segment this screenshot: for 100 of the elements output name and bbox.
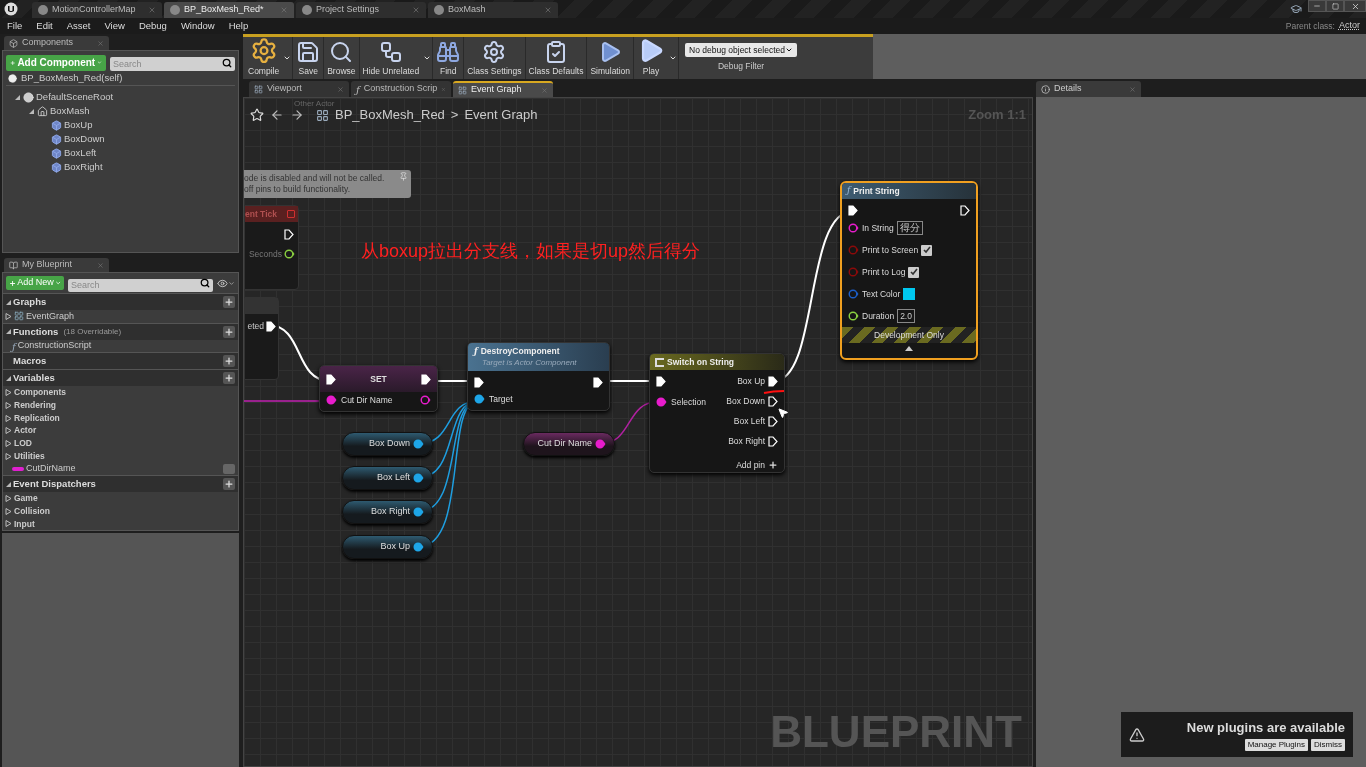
exec-pin-icon[interactable] [326, 373, 336, 385]
color-swatch[interactable] [903, 288, 916, 300]
notification-button[interactable]: Manage Plugins [1244, 739, 1308, 752]
data-pin-icon[interactable] [413, 507, 424, 517]
toolbar-button[interactable]: Class Settings [464, 37, 525, 79]
menu-item[interactable]: View [97, 18, 132, 34]
value-field[interactable]: 得分 [896, 221, 923, 235]
category-item[interactable]: Game [14, 492, 38, 505]
category-item[interactable]: Components [14, 386, 66, 400]
toolbar-button[interactable]: Hide Unrelated [359, 37, 423, 79]
toolbar-button[interactable]: Play [634, 37, 669, 79]
toolbar-button[interactable]: Browse [324, 37, 359, 79]
tree-item[interactable]: BoxUp [64, 117, 93, 133]
editor-tab[interactable]: Viewport [249, 81, 349, 97]
add-button[interactable] [223, 325, 235, 338]
document-tab[interactable]: MotionControllerMap [32, 2, 162, 18]
engine-logo-icon[interactable] [4, 2, 18, 16]
checkbox[interactable] [908, 266, 920, 278]
view-options-button[interactable] [217, 277, 235, 289]
category-item[interactable]: Actor [14, 424, 37, 438]
close-button[interactable] [1344, 0, 1366, 12]
visibility-toggle[interactable] [223, 463, 235, 474]
exec-pin-icon[interactable] [848, 205, 858, 216]
parent-class-link[interactable]: Actor [1339, 19, 1360, 33]
variable-node[interactable]: Box Down [342, 432, 433, 456]
menu-item[interactable]: File [0, 18, 30, 34]
toolbar-button[interactable]: Class Defaults [525, 37, 587, 79]
forward-icon[interactable] [290, 108, 304, 122]
add-pin-button[interactable]: Add pin [736, 459, 765, 472]
tree-item[interactable]: BP_BoxMesh_Red(self) [21, 71, 123, 86]
data-pin-icon[interactable] [284, 249, 295, 260]
add-button[interactable] [223, 372, 235, 385]
debug-object-dropdown[interactable]: No debug object selected [685, 43, 797, 58]
toolbar-button[interactable]: Find [433, 37, 464, 79]
section-header[interactable]: Event Dispatchers [3, 476, 238, 493]
data-pin-icon[interactable] [848, 311, 859, 321]
document-tab[interactable]: BP_BoxMesh_Red* [164, 2, 294, 18]
data-pin-icon[interactable] [595, 439, 606, 449]
category-item[interactable]: Input [14, 517, 35, 531]
category-item[interactable]: LOD [14, 437, 32, 450]
exec-pin-icon[interactable] [284, 229, 294, 240]
menu-item[interactable]: Asset [59, 18, 98, 34]
toolbar-button[interactable]: Compile [245, 37, 283, 79]
panel-tab[interactable]: Components [4, 36, 109, 50]
list-item[interactable]: CutDirName [26, 462, 221, 476]
exec-pin-icon[interactable] [768, 376, 778, 387]
panel-tab[interactable]: My Blueprint [4, 258, 109, 272]
tree-item[interactable]: BoxDown [64, 131, 105, 147]
data-pin-icon[interactable] [326, 395, 337, 405]
back-icon[interactable] [270, 108, 284, 122]
add-button[interactable] [223, 478, 235, 491]
breadcrumb-link[interactable]: BP_BoxMesh_Red [335, 105, 445, 125]
list-item[interactable]: ConstructionScript [17, 339, 92, 353]
tree-item[interactable]: BoxLeft [64, 145, 97, 161]
favorite-star-icon[interactable] [250, 108, 264, 122]
exec-pin-icon[interactable] [768, 416, 778, 427]
editor-tab[interactable]: ƒ Construction Scrip [351, 81, 451, 97]
category-item[interactable]: Collision [14, 504, 50, 518]
collapse-arrow-icon[interactable] [905, 346, 913, 351]
menu-item[interactable]: Window [173, 18, 222, 34]
data-pin-icon[interactable] [474, 394, 485, 405]
exec-pin-icon[interactable] [421, 373, 431, 385]
exec-pin-icon[interactable] [593, 376, 603, 388]
menu-item[interactable]: Edit [29, 18, 60, 34]
exec-pin-icon[interactable] [960, 205, 970, 216]
maximize-button[interactable] [1326, 0, 1344, 12]
add-button[interactable] [223, 296, 235, 308]
set-node[interactable]: SET Cut Dir Name [319, 365, 438, 412]
document-tab[interactable]: Project Settings [296, 2, 426, 18]
expand-arrow-icon[interactable] [14, 93, 21, 101]
data-pin-icon[interactable] [656, 397, 667, 408]
category-item[interactable]: Rendering [14, 399, 57, 412]
exec-pin-icon[interactable] [768, 396, 778, 407]
data-pin-icon[interactable] [848, 223, 859, 233]
search-field[interactable]: Search [110, 56, 235, 71]
panel-tab[interactable]: Details [1036, 81, 1141, 97]
category-item[interactable]: Replication [14, 411, 60, 425]
expand-arrow-icon[interactable] [28, 107, 35, 115]
variable-node[interactable]: Box Left [342, 466, 433, 490]
document-tab[interactable]: BoxMash [428, 2, 558, 18]
variable-node[interactable]: Cut Dir Name [523, 432, 615, 456]
search-field[interactable]: Search [68, 278, 213, 292]
data-pin-icon[interactable] [413, 473, 424, 483]
toolbar-button[interactable]: Save [293, 37, 324, 79]
data-pin-icon[interactable] [420, 395, 431, 405]
exec-pin-icon[interactable] [768, 436, 778, 447]
exec-pin-icon[interactable] [266, 320, 276, 332]
menu-item[interactable]: Help [221, 18, 256, 34]
variable-node[interactable]: Box Up [342, 535, 433, 559]
menu-item[interactable]: Debug [131, 18, 174, 34]
checkbox[interactable] [921, 244, 933, 256]
exec-pin-icon[interactable] [656, 376, 666, 387]
function-node[interactable]: ƒ Print String In String 得分 Print to Screen Print to Log Text Color Duration 2.0 Development Only [840, 181, 978, 360]
value-field[interactable]: 2.0 [897, 308, 915, 324]
function-node[interactable]: ƒ DestroyComponent Target is Actor Component Target [467, 342, 610, 411]
event-node[interactable]: eted [244, 297, 279, 380]
exec-pin-icon[interactable] [474, 376, 484, 388]
tree-item[interactable]: DefaultSceneRoot [36, 89, 114, 105]
graduation-cap-icon[interactable] [1290, 3, 1302, 15]
data-pin-icon[interactable] [413, 439, 424, 449]
